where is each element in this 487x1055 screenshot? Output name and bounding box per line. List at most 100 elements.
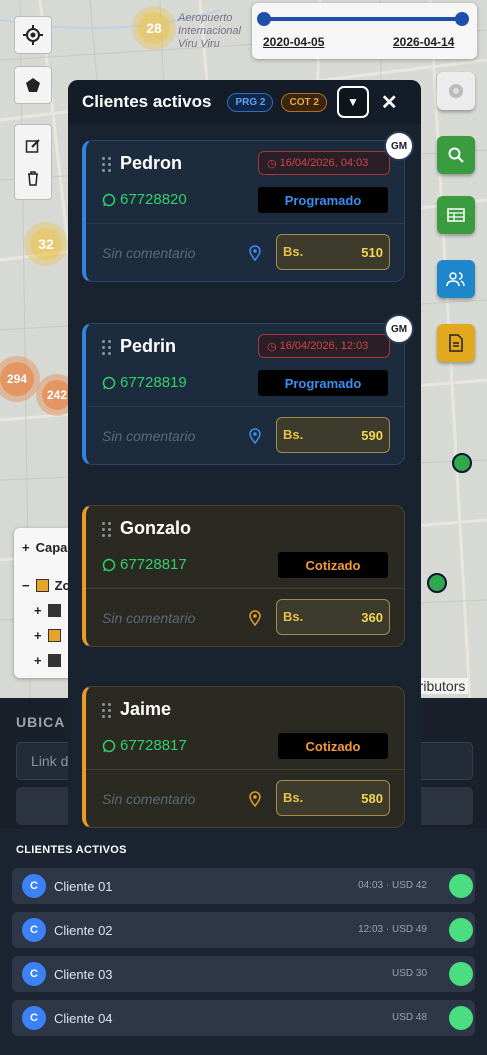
phone-number: 67728817 [120, 556, 187, 573]
schedule-date: 16/04/2026, 12:03 [279, 340, 369, 352]
phone-number: 67728820 [120, 191, 187, 208]
edit-tools [14, 124, 52, 200]
users-icon [446, 272, 465, 287]
status-dot [449, 962, 473, 986]
card-divider [86, 223, 404, 224]
trash-icon[interactable] [25, 170, 41, 186]
client-phone[interactable]: 67728817 [102, 556, 187, 573]
price-amount: 510 [361, 245, 383, 260]
table-button[interactable] [437, 196, 475, 234]
collapse-toggle-button[interactable]: ▼ [336, 86, 369, 118]
active-clients-modal: Clientes activos PRG 2 COT 2 ▼ ✕ Pedron … [68, 80, 421, 828]
list-item[interactable]: C Cliente 03 USD 30 [12, 956, 475, 992]
location-pin-icon[interactable] [248, 245, 262, 261]
clock-icon: ◷ [267, 340, 277, 353]
modal-title: Clientes activos [82, 92, 212, 111]
layers-label: Capa [35, 540, 68, 555]
cotizado-count-badge[interactable]: COT 2 [281, 92, 327, 112]
list-item[interactable]: C Cliente 02 12:03 · USD 49 [12, 912, 475, 948]
price-field[interactable]: Bs. 510 [276, 234, 390, 270]
zone-layer-group[interactable]: − Zo [22, 578, 70, 593]
phone-number: 67728819 [120, 374, 187, 391]
layer-item[interactable]: + [34, 603, 61, 618]
card-divider [86, 769, 404, 770]
client-comment: Sin comentario [102, 610, 196, 626]
currency-label: Bs. [283, 609, 304, 624]
list-title: CLIENTES ACTIVOS [16, 844, 127, 856]
list-item[interactable]: C Cliente 01 04:03 · USD 42 [12, 868, 475, 904]
client-name: Gonzalo [120, 518, 191, 538]
price-field[interactable]: Bs. 590 [276, 417, 390, 453]
locate-button[interactable] [14, 16, 52, 54]
client-card[interactable]: Pedrin ◷ 16/04/2026, 12:03 67728819 Progr… [82, 323, 405, 465]
schedule-date: 16/04/2026, 04:03 [279, 157, 369, 169]
card-divider [86, 406, 404, 407]
slider-end-handle[interactable] [455, 12, 469, 26]
programado-count-badge[interactable]: PRG 2 [227, 92, 274, 112]
search-icon [448, 147, 464, 163]
drag-handle-icon[interactable] [102, 703, 112, 719]
crosshair-icon [23, 25, 43, 45]
client-phone[interactable]: 67728820 [102, 191, 187, 208]
status-dot [449, 1006, 473, 1030]
client-card[interactable]: Pedron ◷ 16/04/2026, 04:03 67728820 Progr… [82, 140, 405, 282]
client-card[interactable]: Jaime 67728817 Cotizado Sin comentario B… [82, 686, 405, 828]
whatsapp-icon [102, 376, 116, 389]
status-badge: Programado [258, 370, 388, 396]
client-phone[interactable]: 67728817 [102, 737, 187, 754]
layer-checkbox[interactable] [47, 654, 61, 667]
currency-label: Bs. [283, 427, 304, 442]
layer-checkbox[interactable] [47, 604, 61, 617]
client-name: Pedron [120, 153, 183, 173]
price-field[interactable]: Bs. 580 [276, 780, 390, 816]
map-marker[interactable] [427, 573, 447, 593]
status-dot [449, 874, 473, 898]
client-name: Pedrin [120, 336, 177, 356]
list-item[interactable]: C Cliente 04 USD 48 [12, 1000, 475, 1036]
layer-item[interactable]: + [34, 628, 61, 643]
table-icon [447, 208, 465, 222]
date-range-slider: 2020-04-05 2026-04-14 [252, 3, 477, 59]
price-field[interactable]: Bs. 360 [276, 599, 390, 635]
slider-start-handle[interactable] [257, 12, 271, 26]
location-pin-icon[interactable] [248, 791, 262, 807]
list-item-name: Cliente 04 [54, 1011, 113, 1026]
zone-checkbox[interactable] [35, 579, 49, 592]
price-amount: 580 [361, 791, 383, 806]
map-cluster[interactable]: 32 [30, 228, 62, 260]
avatar: C [22, 1006, 46, 1030]
map-cluster[interactable]: 294 [0, 362, 34, 396]
location-pin-icon[interactable] [248, 610, 262, 626]
layer-item[interactable]: + [34, 653, 61, 668]
drag-handle-icon[interactable] [102, 157, 112, 173]
gm-badge[interactable]: GM [384, 131, 414, 161]
whatsapp-icon [102, 558, 116, 571]
users-button[interactable] [437, 260, 475, 298]
client-phone[interactable]: 67728819 [102, 374, 187, 391]
search-button[interactable] [437, 136, 475, 174]
location-title: UBICA [16, 714, 66, 730]
gm-badge[interactable]: GM [384, 314, 414, 344]
layer-checkbox[interactable] [47, 629, 61, 642]
whatsapp-icon [102, 739, 116, 752]
client-card[interactable]: Gonzalo 67728817 Cotizado Sin comentario… [82, 505, 405, 647]
map-place-label: Aeropuerto Internacional Viru Viru [178, 12, 241, 50]
price-amount: 360 [361, 610, 383, 625]
layers-toggle[interactable]: + Capa [22, 540, 67, 555]
drag-handle-icon[interactable] [102, 340, 112, 356]
list-item-meta: 12:03 · USD 49 [358, 924, 427, 935]
map-cluster[interactable]: 28 [138, 12, 170, 44]
edit-icon[interactable] [25, 138, 41, 154]
close-button[interactable]: ✕ [381, 90, 398, 115]
location-pin-icon[interactable] [248, 428, 262, 444]
drag-handle-icon[interactable] [102, 522, 112, 538]
map-style-button[interactable] [437, 72, 475, 110]
client-comment: Sin comentario [102, 791, 196, 807]
end-date-label: 2026-04-14 [393, 35, 455, 49]
draw-polygon-button[interactable] [14, 66, 52, 104]
client-comment: Sin comentario [102, 245, 196, 261]
map-marker[interactable] [452, 453, 472, 473]
list-item-meta: 04:03 · USD 42 [358, 880, 427, 891]
circle-icon [449, 84, 463, 98]
document-button[interactable] [437, 324, 475, 362]
